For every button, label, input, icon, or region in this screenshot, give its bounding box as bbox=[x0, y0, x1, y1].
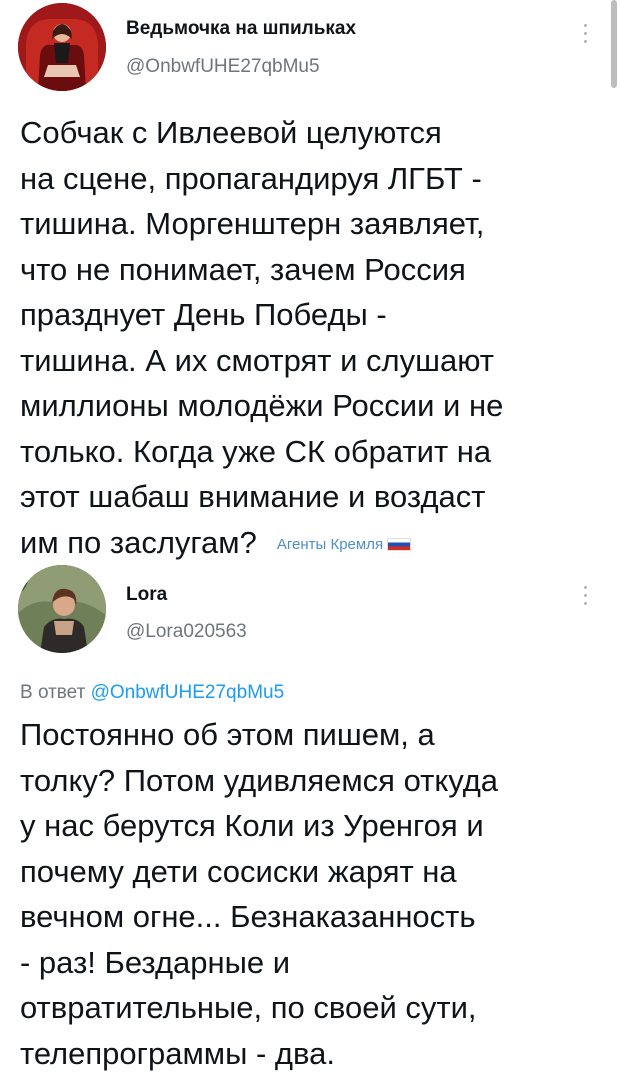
more-options-icon[interactable] bbox=[584, 24, 588, 43]
post-line: почему дети сосиски жарят на bbox=[20, 853, 457, 889]
watermark: Агенты Кремля bbox=[276, 535, 412, 553]
post-line: что не понимает, зачем Россия bbox=[20, 251, 466, 287]
post-line: только. Когда уже СК обратит на bbox=[20, 433, 492, 469]
post-line: на сцене, пропагандируя ЛГБТ - bbox=[20, 160, 482, 196]
post-line: у нас берутся Коли из Уренгоя и bbox=[20, 808, 484, 843]
post-line: толку? Потом удивляемся откуда bbox=[20, 762, 499, 798]
author-name[interactable]: Lora bbox=[126, 584, 167, 606]
post-line: тишина. А их смотрят и слушают bbox=[20, 342, 494, 378]
author-handle[interactable]: @OnbwfUHE27qbMu5 bbox=[126, 56, 320, 78]
post-text: Собчак с Ивлеевой целуются на сцене, про… bbox=[20, 110, 610, 567]
post-line: вечном огне... Безнаказанность bbox=[20, 899, 476, 934]
reply-mention-link[interactable]: @OnbwfUHE27qbMu5 bbox=[91, 682, 285, 703]
avatar[interactable] bbox=[18, 3, 106, 91]
post-line: - раз! Бездарные и bbox=[20, 944, 291, 980]
post-line: миллионы молодёжи России и не bbox=[20, 388, 504, 423]
post-line-last: им по заслугам? Агенты Кремля bbox=[20, 520, 610, 568]
avatar-image bbox=[18, 3, 106, 91]
scrollbar[interactable] bbox=[611, 0, 617, 88]
post-text: Постоянно об этом пишем, а толку? Потом … bbox=[20, 712, 610, 1076]
post-line: Собчак с Ивлеевой целуются bbox=[20, 115, 442, 150]
post-line: Постоянно об этом пишем, а bbox=[20, 717, 435, 752]
reply-prefix: В ответ bbox=[20, 682, 86, 703]
post-line: телепрограммы - два. bbox=[20, 1035, 335, 1071]
post-line: отвратительные, по своей сути, bbox=[20, 990, 477, 1025]
author-handle[interactable]: @Lora020563 bbox=[126, 621, 247, 643]
post-line: им по заслугам? bbox=[20, 524, 257, 560]
more-options-icon[interactable] bbox=[584, 586, 588, 605]
post-line: празднует День Победы - bbox=[20, 297, 387, 332]
watermark-text: Агенты Кремля bbox=[276, 535, 384, 553]
author-name[interactable]: Ведьмочка на шпильках bbox=[126, 18, 356, 40]
post-line: тишина. Моргенштерн заявляет, bbox=[20, 206, 485, 241]
avatar[interactable] bbox=[18, 565, 106, 653]
post-line: этот шабаш внимание и воздаст bbox=[20, 479, 486, 514]
russian-flag-icon bbox=[387, 538, 412, 552]
avatar-image bbox=[18, 565, 106, 653]
reply-to: В ответ @OnbwfUHE27qbMu5 bbox=[20, 682, 284, 704]
